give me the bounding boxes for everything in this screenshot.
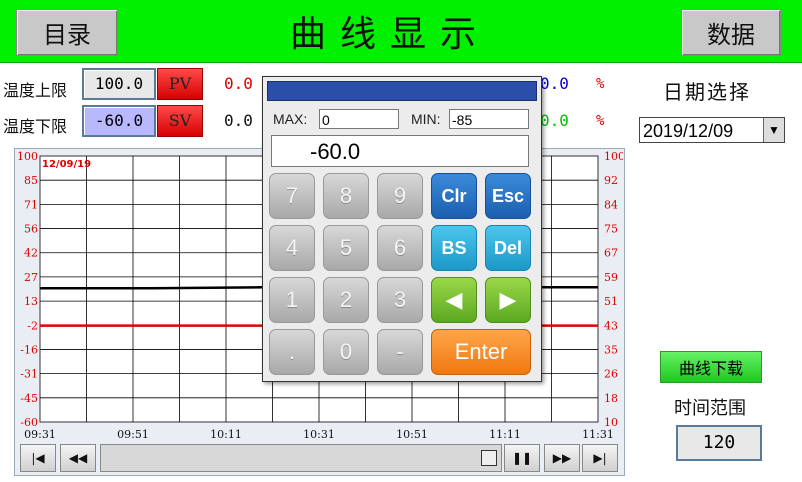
right-axis-tick-label: 43 [604, 319, 618, 332]
key-delete[interactable]: Del [485, 225, 531, 271]
left-axis-tick-label: -2 [27, 319, 38, 332]
menu-button[interactable]: 目录 [16, 9, 118, 56]
x-axis-tick-label: 10:11 [210, 428, 242, 441]
right-axis-tick-label: 35 [604, 343, 618, 356]
key-5[interactable]: 5 [323, 225, 369, 271]
x-axis-tick-label: 11:11 [489, 428, 521, 441]
left-axis-tick-label: 100 [17, 150, 38, 163]
key-minus[interactable]: - [377, 329, 423, 375]
right-axis-tick-label: 75 [604, 223, 618, 236]
left-axis-tick-label: -16 [20, 343, 38, 356]
key-enter[interactable]: Enter [431, 329, 531, 375]
key-0[interactable]: 0 [323, 329, 369, 375]
sv-value-right: 0.0 [540, 111, 569, 130]
key-9[interactable]: 9 [377, 173, 423, 219]
pv-button[interactable]: PV [157, 68, 203, 100]
pause-button[interactable]: ❚❚ [504, 444, 540, 472]
key-2[interactable]: 2 [323, 277, 369, 323]
cursor-right-icon[interactable]: ▶ [485, 277, 531, 323]
min-value: -85 [449, 109, 529, 129]
chart-scrollbar: |◀ ◀◀ ❚❚ ▶▶ ▶| [20, 444, 618, 472]
curve-download-button[interactable]: 曲线下载 [660, 351, 762, 383]
header-bar: 目录 曲线显示 数据 [0, 0, 802, 63]
page-title: 曲线显示 [289, 14, 490, 55]
sv-value: 0.0 [224, 111, 253, 130]
right-axis-tick-label: 67 [604, 247, 618, 260]
sv-button[interactable]: SV [157, 105, 203, 137]
left-axis-tick-label: 56 [24, 223, 38, 236]
key-dot[interactable]: . [269, 329, 315, 375]
pv-value: 0.0 [224, 74, 253, 93]
keypad-display[interactable]: -60.0 [271, 135, 529, 167]
x-axis-tick-label: 10:31 [303, 428, 335, 441]
left-axis-tick-label: -31 [20, 368, 38, 381]
max-value: 0 [319, 109, 399, 129]
left-axis-tick-label: 13 [24, 295, 38, 308]
scroll-forward-button[interactable]: ▶▶ [544, 444, 580, 472]
x-axis-tick-label: 11:31 [582, 428, 614, 441]
key-7[interactable]: 7 [269, 173, 315, 219]
right-axis-tick-label: 59 [604, 271, 618, 284]
scroll-track[interactable] [100, 444, 502, 472]
last-page-button[interactable]: ▶| [582, 444, 618, 472]
key-8[interactable]: 8 [323, 173, 369, 219]
chevron-down-icon[interactable]: ▼ [763, 118, 784, 142]
max-label: MAX: [273, 111, 308, 127]
temp-lower-label: 温度下限 [3, 117, 68, 136]
scroll-thumb[interactable] [481, 450, 497, 466]
right-axis-tick-label: 26 [604, 368, 618, 381]
pv-value-right: 0.0 [540, 74, 569, 93]
time-range-input[interactable]: 120 [676, 425, 762, 461]
numeric-keypad-dialog: MAX: 0 MIN: -85 -60.0 7 8 9 Clr Esc 4 5 … [262, 76, 542, 382]
left-axis-tick-label: 71 [24, 198, 38, 211]
key-6[interactable]: 6 [377, 225, 423, 271]
left-axis-tick-label: 27 [24, 271, 38, 284]
right-axis-tick-label: 100 [604, 150, 623, 163]
scroll-back-button[interactable]: ◀◀ [60, 444, 96, 472]
key-backspace[interactable]: BS [431, 225, 477, 271]
date-select-value: 2019/12/09 [643, 121, 734, 141]
x-axis-tick-label: 09:51 [117, 428, 149, 441]
date-select-label: 日期选择 [663, 80, 751, 104]
min-label: MIN: [411, 111, 441, 127]
chart-date-label: 12/09/19 [42, 159, 91, 170]
time-range-label: 时间范围 [674, 398, 746, 419]
key-escape[interactable]: Esc [485, 173, 531, 219]
key-1[interactable]: 1 [269, 277, 315, 323]
temp-lower-input[interactable]: -60.0 [82, 105, 156, 137]
temp-upper-input[interactable]: 100.0 [82, 68, 156, 100]
x-axis-tick-label: 09:31 [24, 428, 56, 441]
cursor-left-icon[interactable]: ◀ [431, 277, 477, 323]
key-4[interactable]: 4 [269, 225, 315, 271]
left-axis-tick-label: 85 [24, 174, 38, 187]
percent-label-1: % [596, 76, 605, 92]
percent-label-2: % [596, 113, 605, 129]
key-3[interactable]: 3 [377, 277, 423, 323]
temp-upper-label: 温度上限 [3, 81, 68, 100]
right-axis-tick-label: 92 [604, 174, 618, 187]
date-select[interactable]: 2019/12/09 ▼ [639, 117, 785, 143]
right-axis-tick-label: 51 [604, 295, 618, 308]
x-axis-tick-label: 10:51 [396, 428, 428, 441]
keypad-title-bar[interactable] [267, 81, 537, 101]
data-button[interactable]: 数据 [681, 9, 781, 56]
right-axis-tick-label: 84 [604, 198, 618, 211]
left-axis-tick-label: 42 [24, 247, 38, 260]
key-clear[interactable]: Clr [431, 173, 477, 219]
left-axis-tick-label: -45 [20, 392, 38, 405]
first-page-button[interactable]: |◀ [20, 444, 56, 472]
right-axis-tick-label: 18 [604, 392, 618, 405]
